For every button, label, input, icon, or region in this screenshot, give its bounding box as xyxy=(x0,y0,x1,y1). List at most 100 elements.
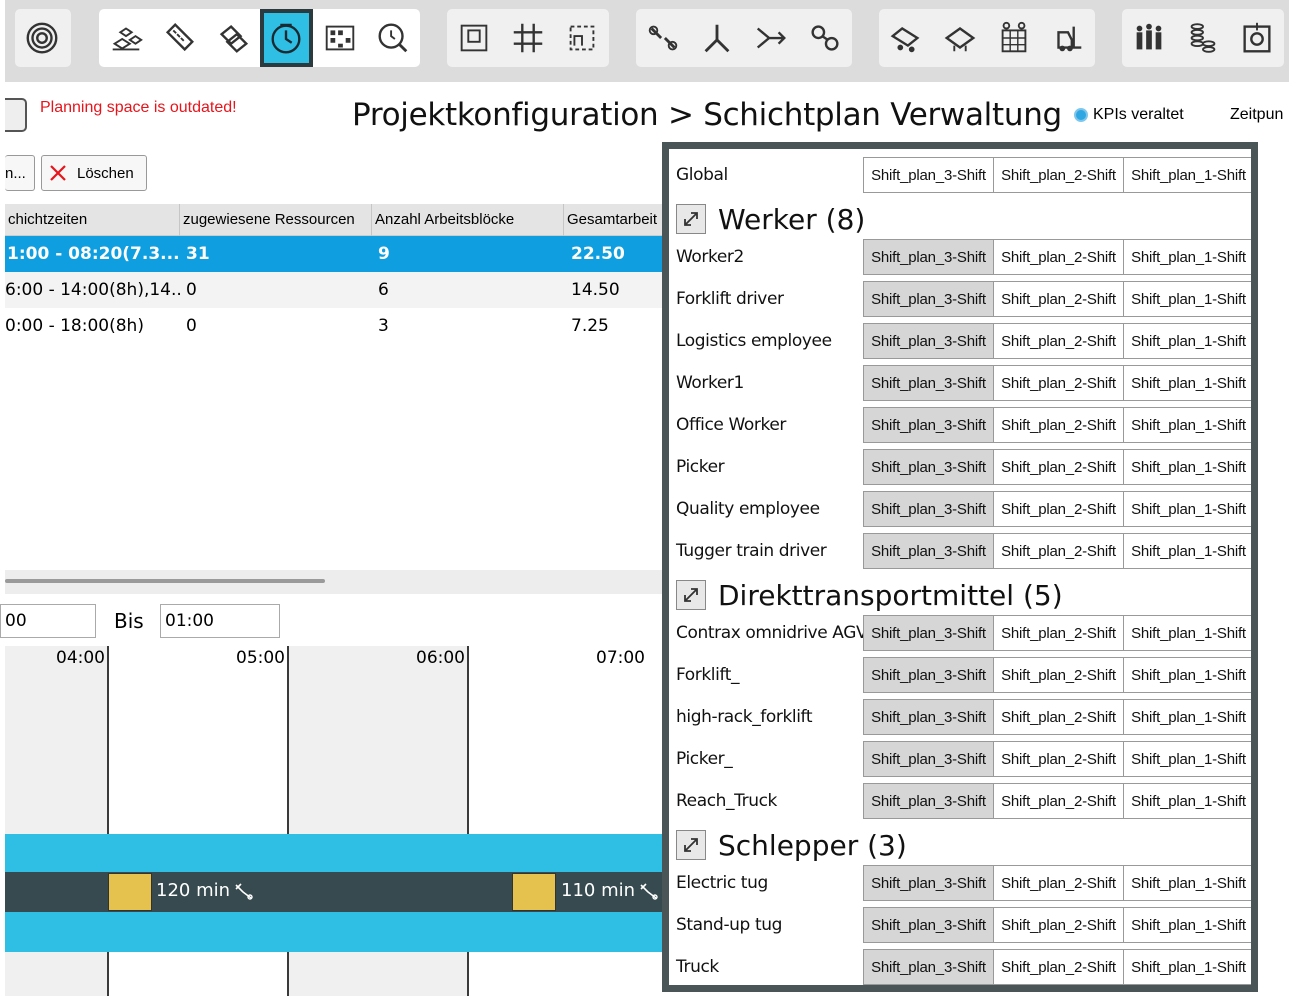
expand-icon[interactable] xyxy=(676,580,706,610)
shift-plan-selector[interactable]: Shift_plan_3-Shift Shift_plan_2-Shift Shif… xyxy=(863,407,1251,443)
segment-1-shift[interactable]: Shift_plan_1-Shift xyxy=(1124,450,1251,484)
shift-plan-selector[interactable]: Shift_plan_3-Shift Shift_plan_2-Shift Shif… xyxy=(863,615,1251,651)
segment-1-shift[interactable]: Shift_plan_1-Shift xyxy=(1124,742,1251,776)
grid-icon[interactable] xyxy=(501,9,555,67)
segment-1-shift[interactable]: Shift_plan_1-Shift xyxy=(1124,158,1251,192)
segment-3-shift[interactable]: Shift_plan_3-Shift xyxy=(864,450,994,484)
segment-2-shift[interactable]: Shift_plan_2-Shift xyxy=(994,450,1124,484)
segment-2-shift[interactable]: Shift_plan_2-Shift xyxy=(994,324,1124,358)
segment-1-shift[interactable]: Shift_plan_1-Shift xyxy=(1124,658,1251,692)
column-header-total[interactable]: Gesamtarbeit xyxy=(564,204,665,236)
shift-plan-selector[interactable]: Shift_plan_3-Shift Shift_plan_2-Shift Shif… xyxy=(863,323,1251,359)
link-icon[interactable] xyxy=(798,9,852,67)
shift-plan-selector[interactable]: Shift_plan_3-Shift Shift_plan_2-Shift Shif… xyxy=(863,365,1251,401)
layers-icon[interactable] xyxy=(206,9,260,67)
segment-1-shift[interactable]: Shift_plan_1-Shift xyxy=(1124,908,1251,942)
area-icon[interactable] xyxy=(555,9,609,67)
table-row[interactable]: 1:00 - 08:20(7.3... 31 9 22.50 xyxy=(5,236,665,272)
shift-plan-selector[interactable]: Shift_plan_3-Shift Shift_plan_2-Shift Shif… xyxy=(863,741,1251,777)
open-button[interactable]: n... xyxy=(5,155,35,191)
column-header-resources[interactable]: zugewiesene Ressourcen xyxy=(180,204,372,236)
column-header-blocks[interactable]: Anzahl Arbeitsblöcke xyxy=(372,204,564,236)
break-block[interactable] xyxy=(108,873,152,911)
segment-1-shift[interactable]: Shift_plan_1-Shift xyxy=(1124,492,1251,526)
segment-1-shift[interactable]: Shift_plan_1-Shift xyxy=(1124,366,1251,400)
matrix-icon[interactable] xyxy=(313,9,367,67)
segment-1-shift[interactable]: Shift_plan_1-Shift xyxy=(1124,282,1251,316)
segment-3-shift[interactable]: Shift_plan_3-Shift xyxy=(864,492,994,526)
segment-2-shift[interactable]: Shift_plan_2-Shift xyxy=(994,742,1124,776)
segment-1-shift[interactable]: Shift_plan_1-Shift xyxy=(1124,700,1251,734)
segment-3-shift[interactable]: Shift_plan_3-Shift xyxy=(864,658,994,692)
ruler-icon[interactable] xyxy=(153,9,207,67)
horizontal-scrollbar[interactable] xyxy=(5,570,665,594)
segment-3-shift[interactable]: Shift_plan_3-Shift xyxy=(864,700,994,734)
shift-plan-selector[interactable]: Shift_plan_3-Shift Shift_plan_2-Shift Shif… xyxy=(863,949,1251,985)
floorplan-icon[interactable] xyxy=(447,9,501,67)
shift-plan-selector[interactable]: Shift_plan_3-Shift Shift_plan_2-Shift Shif… xyxy=(863,281,1251,317)
resources-icon[interactable] xyxy=(99,9,153,67)
shift-plan-selector[interactable]: Shift_plan_3-Shift Shift_plan_2-Shift Sh… xyxy=(863,157,1251,193)
segment-3-shift[interactable]: Shift_plan_3-Shift xyxy=(864,616,994,650)
segment-1-shift[interactable]: Shift_plan_1-Shift xyxy=(1124,950,1251,984)
column-header-shifttimes[interactable]: chichtzeiten xyxy=(5,204,180,236)
shift-plan-selector[interactable]: Shift_plan_3-Shift Shift_plan_2-Shift Shif… xyxy=(863,449,1251,485)
segment-2-shift[interactable]: Shift_plan_2-Shift xyxy=(994,700,1124,734)
forklift-icon[interactable] xyxy=(1041,9,1095,67)
shift-plan-selector[interactable]: Shift_plan_3-Shift Shift_plan_2-Shift Shif… xyxy=(863,699,1251,735)
connection-icon[interactable] xyxy=(636,9,690,67)
segment-3-shift[interactable]: Shift_plan_3-Shift xyxy=(864,866,994,900)
segment-2-shift[interactable]: Shift_plan_2-Shift xyxy=(994,534,1124,568)
segment-3-shift[interactable]: Shift_plan_3-Shift xyxy=(864,240,994,274)
break-block[interactable] xyxy=(512,873,556,911)
status-indicator[interactable] xyxy=(5,98,27,132)
segment-1-shift[interactable]: Shift_plan_1-Shift xyxy=(1124,534,1251,568)
stack-icon[interactable] xyxy=(1176,9,1230,67)
table-row[interactable]: 0:00 - 18:00(8h) 0 3 7.25 xyxy=(5,308,665,344)
people-icon[interactable] xyxy=(1122,9,1176,67)
segment-3-shift[interactable]: Shift_plan_3-Shift xyxy=(864,408,994,442)
section-header-direkttransport[interactable]: Direkttransportmittel (5) xyxy=(676,575,1063,615)
split-icon[interactable] xyxy=(690,9,744,67)
shift-plan-selector[interactable]: Shift_plan_3-Shift Shift_plan_2-Shift Shif… xyxy=(863,491,1251,527)
segment-2-shift[interactable]: Shift_plan_2-Shift xyxy=(994,616,1124,650)
segment-2-shift[interactable]: Shift_plan_2-Shift xyxy=(994,908,1124,942)
section-header-werker[interactable]: Werker (8) xyxy=(676,199,865,239)
from-time-field[interactable]: 00 xyxy=(0,604,96,638)
segment-3-shift[interactable]: Shift_plan_3-Shift xyxy=(864,534,994,568)
segment-2-shift[interactable]: Shift_plan_2-Shift xyxy=(994,492,1124,526)
carrier-icon[interactable] xyxy=(933,9,987,67)
segment-3-shift[interactable]: Shift_plan_3-Shift xyxy=(864,784,994,818)
to-time-field[interactable]: 01:00 xyxy=(160,604,280,638)
segment-3-shift[interactable]: Shift_plan_3-Shift xyxy=(864,908,994,942)
delete-button[interactable]: Löschen xyxy=(41,155,147,191)
shift-timeline[interactable]: 04:00 05:00 06:00 07:00 120 min 110 min xyxy=(5,646,665,996)
segment-2-shift[interactable]: Shift_plan_2-Shift xyxy=(994,950,1124,984)
segment-1-shift[interactable]: Shift_plan_1-Shift xyxy=(1124,784,1251,818)
shift-band[interactable] xyxy=(5,834,665,872)
scrollbar-thumb[interactable] xyxy=(5,579,325,583)
segment-1-shift[interactable]: Shift_plan_1-Shift xyxy=(1124,866,1251,900)
segment-3-shift[interactable]: Shift_plan_3-Shift xyxy=(864,158,994,192)
shift-plan-selector[interactable]: Shift_plan_3-Shift Shift_plan_2-Shift Shif… xyxy=(863,239,1251,275)
analysis-icon[interactable] xyxy=(367,9,421,67)
segment-1-shift[interactable]: Shift_plan_1-Shift xyxy=(1124,240,1251,274)
segment-2-shift[interactable]: Shift_plan_2-Shift xyxy=(994,240,1124,274)
segment-2-shift[interactable]: Shift_plan_2-Shift xyxy=(994,408,1124,442)
segment-2-shift[interactable]: Shift_plan_2-Shift xyxy=(994,282,1124,316)
kpi-status[interactable]: KPIs veraltet xyxy=(1074,106,1184,124)
segment-1-shift[interactable]: Shift_plan_1-Shift xyxy=(1124,408,1251,442)
rack-icon[interactable] xyxy=(987,9,1041,67)
segment-2-shift[interactable]: Shift_plan_2-Shift xyxy=(994,658,1124,692)
target-icon[interactable] xyxy=(1230,9,1284,67)
segment-3-shift[interactable]: Shift_plan_3-Shift xyxy=(864,742,994,776)
shift-band[interactable] xyxy=(5,912,665,952)
segment-3-shift[interactable]: Shift_plan_3-Shift xyxy=(864,950,994,984)
expand-icon[interactable] xyxy=(676,204,706,234)
truck-icon[interactable] xyxy=(879,9,933,67)
shift-plan-selector[interactable]: Shift_plan_3-Shift Shift_plan_2-Shift Shif… xyxy=(863,865,1251,901)
section-header-schlepper[interactable]: Schlepper (3) xyxy=(676,825,907,865)
clock-icon[interactable] xyxy=(259,9,313,67)
shift-plan-selector[interactable]: Shift_plan_3-Shift Shift_plan_2-Shift Shif… xyxy=(863,783,1251,819)
segment-2-shift[interactable]: Shift_plan_2-Shift xyxy=(994,784,1124,818)
